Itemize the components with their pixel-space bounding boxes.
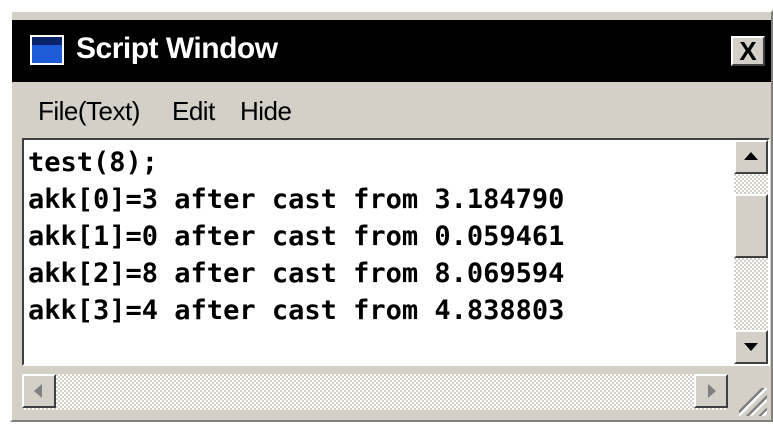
- script-line: akk[2]=8 after cast from 8.069594: [28, 258, 565, 289]
- script-line: akk[0]=3 after cast from 3.184790: [28, 184, 565, 215]
- title-bar[interactable]: Script Window X: [12, 20, 771, 82]
- script-line: akk[3]=4 after cast from 4.838803: [28, 295, 565, 326]
- horizontal-scrollbar[interactable]: [22, 374, 728, 410]
- arrow-up-icon: [744, 152, 758, 160]
- close-button[interactable]: X: [731, 36, 765, 66]
- window-icon: [30, 35, 64, 65]
- scroll-up-button[interactable]: [734, 140, 768, 174]
- script-line: akk[1]=0 after cast from 0.059461: [28, 221, 565, 252]
- resize-grip-icon[interactable]: [739, 388, 767, 416]
- menu-bar: File(Text) Edit Hide: [12, 86, 771, 138]
- scroll-right-button[interactable]: [694, 374, 728, 408]
- script-text: test(8); akk[0]=3 after cast from 3.18479…: [28, 144, 564, 329]
- script-editor[interactable]: test(8); akk[0]=3 after cast from 3.18479…: [22, 138, 770, 366]
- script-line: test(8);: [28, 147, 159, 178]
- scroll-thumb[interactable]: [734, 194, 768, 258]
- scroll-left-button[interactable]: [22, 374, 56, 408]
- menu-item-edit[interactable]: Edit: [172, 96, 215, 127]
- arrow-right-icon: [708, 384, 716, 398]
- scroll-down-button[interactable]: [734, 330, 768, 364]
- close-icon: X: [739, 36, 757, 66]
- arrow-down-icon: [744, 343, 758, 351]
- menu-item-hide[interactable]: Hide: [240, 96, 292, 127]
- vertical-scrollbar[interactable]: [734, 140, 768, 364]
- script-window: Script Window X File(Text) Edit Hide tes…: [10, 10, 773, 422]
- menu-item-file[interactable]: File(Text): [38, 96, 140, 127]
- window-title: Script Window: [76, 32, 278, 65]
- arrow-left-icon: [34, 384, 42, 398]
